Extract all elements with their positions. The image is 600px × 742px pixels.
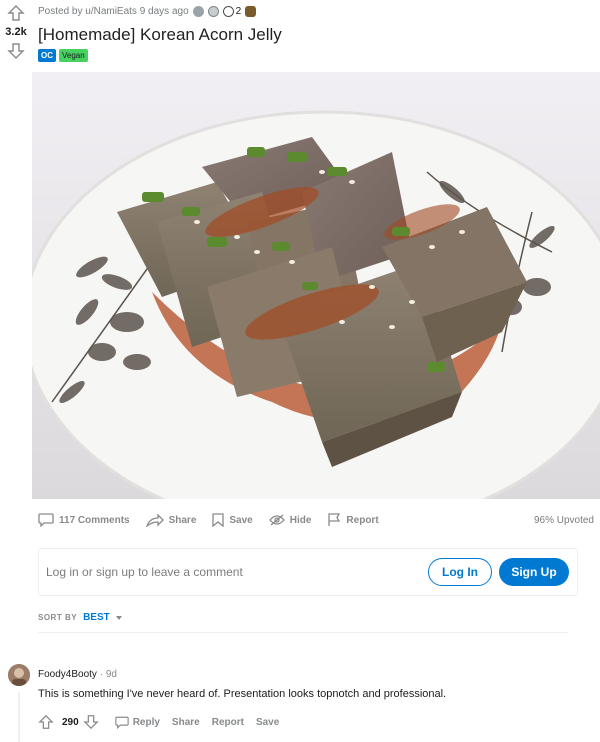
comments-button[interactable]: 117 Comments (38, 513, 130, 527)
reply-label: Reply (132, 716, 160, 728)
sort-label: SORT BY (38, 613, 78, 622)
comment-meta: Foody4Booty · 9d (38, 669, 117, 680)
flair-oc[interactable]: OC (38, 49, 56, 62)
signup-button[interactable]: Sign Up (499, 558, 569, 586)
avatar-image (8, 664, 30, 686)
post-title[interactable]: [Homemade] Korean Acorn Jelly (38, 24, 594, 45)
comment-score: 290 (62, 716, 79, 728)
login-prompt-text: Log in or sign up to leave a comment (46, 565, 243, 579)
comment-time: 9d (105, 669, 117, 680)
post-image[interactable] (32, 72, 600, 499)
comment-author[interactable]: Foody4Booty (38, 669, 97, 680)
save-button[interactable]: Save (212, 513, 253, 527)
upvote-ratio: 96% Upvoted (533, 514, 594, 526)
comment-body: This is something I've never heard of. P… (38, 688, 447, 700)
share-button[interactable]: Share (145, 513, 197, 527)
post-actions: 117 Comments Share Save Hide Report 96% … (38, 510, 594, 530)
award-icon[interactable] (222, 5, 234, 17)
post-byline[interactable]: Posted by u/NamiEats 9 days ago (38, 6, 189, 17)
post-score: 3.2k (5, 26, 27, 38)
sort-dropdown[interactable]: SORT BY BEST (38, 612, 122, 623)
report-label: Report (346, 514, 379, 526)
save-label: Save (229, 514, 253, 526)
award-icon[interactable] (207, 5, 219, 17)
comment-share-button[interactable]: Share (172, 717, 200, 728)
vote-column: 3.2k (0, 4, 32, 60)
downvote-icon[interactable] (82, 714, 99, 730)
comment-save-button[interactable]: Save (256, 717, 279, 728)
save-icon (212, 513, 225, 527)
post-header: Posted by u/NamiEats 9 days ago 2 [Homem… (38, 4, 594, 62)
comment-login-prompt: Log in or sign up to leave a comment Log… (38, 548, 578, 596)
award-icon[interactable] (192, 5, 204, 17)
upvote-icon[interactable] (7, 4, 25, 22)
comments-label: 117 Comments (59, 514, 130, 526)
divider (38, 632, 568, 633)
acorn-jelly-photo (32, 72, 600, 499)
hide-button[interactable]: Hide (268, 514, 312, 526)
comment-icon (38, 513, 54, 527)
share-icon (145, 513, 164, 527)
sort-value: BEST (83, 612, 110, 623)
downvote-icon[interactable] (7, 42, 25, 60)
share-label: Share (168, 514, 197, 526)
reply-button[interactable]: Reply (114, 716, 160, 729)
post-meta: Posted by u/NamiEats 9 days ago 2 (38, 4, 594, 18)
report-icon (328, 513, 341, 526)
hide-label: Hide (289, 514, 312, 526)
chevron-down-icon (115, 615, 122, 620)
upvote-icon[interactable] (38, 714, 54, 730)
award-count: 2 (235, 5, 242, 17)
comment-actions: 290 Reply Share Report Save (38, 714, 279, 730)
post-flairs: OC Vegan (38, 49, 594, 62)
award-icon[interactable] (245, 5, 257, 17)
flair-vegan[interactable]: Vegan (59, 49, 88, 62)
hide-icon (268, 514, 285, 526)
comment-thread-line[interactable] (18, 692, 20, 742)
comment-icon (114, 716, 129, 729)
report-button[interactable]: Report (327, 513, 379, 527)
comment-report-button[interactable]: Report (212, 717, 244, 728)
avatar[interactable] (8, 664, 30, 686)
login-button[interactable]: Log In (428, 558, 492, 586)
